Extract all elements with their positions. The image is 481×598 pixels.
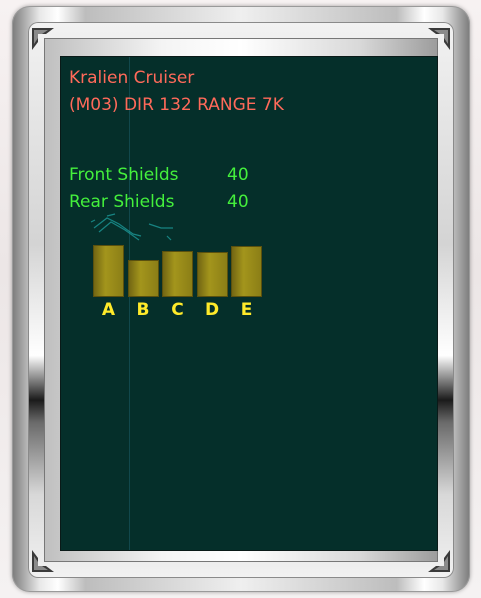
shield-sector-bars [93,233,263,297]
target-name: Kralien Cruiser [69,68,195,88]
shield-bar-e [231,246,262,297]
rear-shields-value: 40 [227,192,249,212]
shield-bar-d [196,252,228,297]
front-shields-label: Front Shields [69,165,179,185]
shield-bar-c [162,251,193,297]
shield-bar-label-c: C [171,300,184,320]
shield-bar-label-e: E [240,300,253,320]
corner-arrow-icon [30,548,56,574]
corner-arrow-icon [426,26,452,52]
shield-bar-a [93,245,124,297]
corner-arrow-icon [30,26,56,52]
shield-bar-label-d: D [204,300,220,320]
shield-bar-label-b: B [136,300,150,320]
front-shields-row: Front Shields 40 [69,165,269,187]
science-display-screen: Kralien Cruiser (M03) DIR 132 RANGE 7K F… [61,57,437,550]
target-info: (M03) DIR 132 RANGE 7K [69,95,284,115]
shield-bar-label-a: A [101,300,116,320]
rear-shields-label: Rear Shields [69,192,175,212]
corner-arrow-icon [426,548,452,574]
front-shields-value: 40 [227,165,249,185]
shield-bar-b [127,260,159,297]
